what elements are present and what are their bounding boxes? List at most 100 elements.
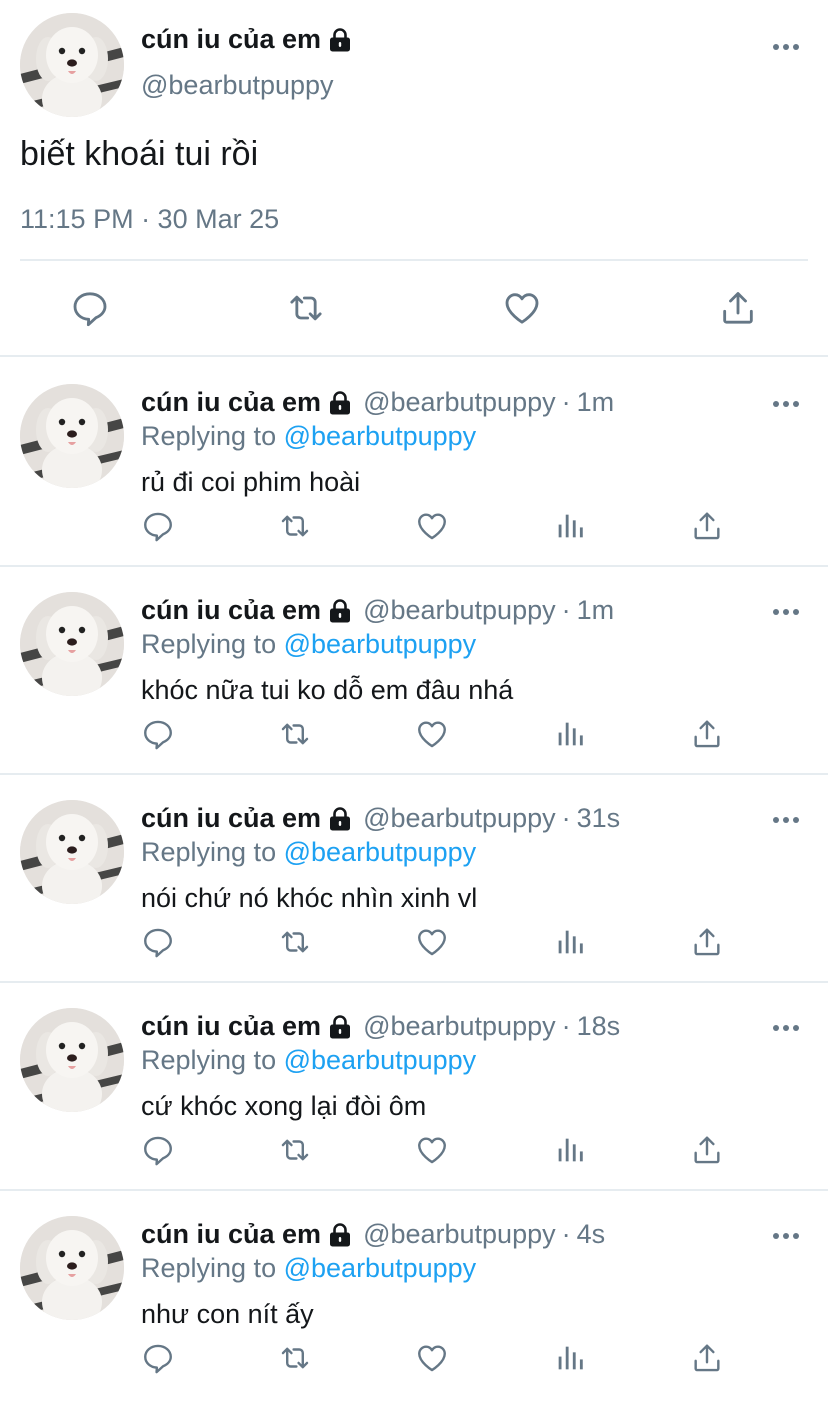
replying-to-handle[interactable]: @bearbutpuppy xyxy=(284,837,477,867)
lock-icon xyxy=(327,27,353,53)
main-handle[interactable]: @bearbutpuppy xyxy=(141,70,334,101)
display-name[interactable]: cún iu của em xyxy=(141,1011,321,1042)
lock-icon xyxy=(327,806,353,832)
relative-time[interactable]: 1m xyxy=(577,387,615,418)
analytics-icon[interactable] xyxy=(553,509,587,543)
avatar[interactable] xyxy=(20,1216,124,1320)
retweet-icon[interactable] xyxy=(278,925,312,959)
more-icon[interactable] xyxy=(772,42,800,52)
handle[interactable]: @bearbutpuppy xyxy=(363,1219,556,1250)
avatar[interactable] xyxy=(20,384,124,488)
reply-tweet[interactable]: cún iu của em @bearbutpuppy · 1m Replyin… xyxy=(0,359,828,567)
more-icon[interactable] xyxy=(772,399,800,409)
reply-icon[interactable] xyxy=(141,509,175,543)
reply-tweet[interactable]: cún iu của em @bearbutpuppy · 18s Replyi… xyxy=(0,983,828,1191)
lock-icon xyxy=(327,390,353,416)
share-icon[interactable] xyxy=(718,288,758,328)
display-name[interactable]: cún iu của em xyxy=(141,803,321,834)
relative-time[interactable]: 1m xyxy=(577,595,615,626)
like-icon[interactable] xyxy=(415,1341,449,1375)
replying-to-line: Replying to @bearbutpuppy xyxy=(141,837,476,868)
reply-tweet[interactable]: cún iu của em @bearbutpuppy · 4s Replyin… xyxy=(0,1191,828,1399)
tweet-timestamp[interactable]: 11:15 PM · 30 Mar 25 xyxy=(20,204,279,235)
display-name[interactable]: cún iu của em xyxy=(141,1219,321,1250)
like-icon[interactable] xyxy=(415,717,449,751)
lock-icon xyxy=(327,598,353,624)
more-icon[interactable] xyxy=(772,1023,800,1033)
display-name[interactable]: cún iu của em xyxy=(141,387,321,418)
share-icon[interactable] xyxy=(690,717,724,751)
reply-header: cún iu của em @bearbutpuppy · 1m xyxy=(141,387,614,418)
retweet-icon[interactable] xyxy=(286,288,326,328)
reply-text: khóc nữa tui ko dỗ em đâu nhá xyxy=(141,675,514,705)
like-icon[interactable] xyxy=(415,509,449,543)
main-tweet: cún iu của em @bearbutpuppy biết khoái t… xyxy=(0,0,828,357)
reply-tweet[interactable]: cún iu của em @bearbutpuppy · 31s Replyi… xyxy=(0,775,828,983)
relative-time[interactable]: 4s xyxy=(577,1219,606,1250)
reply-icon[interactable] xyxy=(141,717,175,751)
share-icon[interactable] xyxy=(690,1133,724,1167)
separator-dot: · xyxy=(561,803,571,833)
separator-dot: · xyxy=(561,1219,571,1249)
separator-dot: · xyxy=(561,1011,571,1041)
like-icon[interactable] xyxy=(415,1133,449,1167)
replying-to-line: Replying to @bearbutpuppy xyxy=(141,1253,476,1284)
retweet-icon[interactable] xyxy=(278,509,312,543)
main-display-name[interactable]: cún iu của em xyxy=(141,24,353,55)
replying-to-handle[interactable]: @bearbutpuppy xyxy=(284,1253,477,1283)
like-icon[interactable] xyxy=(415,925,449,959)
reply-tweet[interactable]: cún iu của em @bearbutpuppy · 1m Replyin… xyxy=(0,567,828,775)
like-icon[interactable] xyxy=(502,288,542,328)
reply-text: rủ đi coi phim hoài xyxy=(141,467,361,497)
separator-dot: · xyxy=(561,595,571,625)
lock-icon xyxy=(327,1014,353,1040)
reply-icon[interactable] xyxy=(141,925,175,959)
replying-label: Replying to xyxy=(141,1253,277,1283)
handle[interactable]: @bearbutpuppy xyxy=(363,387,556,418)
reply-text: nói chứ nó khóc nhìn xinh vl xyxy=(141,883,478,913)
replying-label: Replying to xyxy=(141,837,277,867)
share-icon[interactable] xyxy=(690,1341,724,1375)
relative-time[interactable]: 31s xyxy=(577,803,621,834)
avatar[interactable] xyxy=(20,1008,124,1112)
handle[interactable]: @bearbutpuppy xyxy=(363,803,556,834)
more-icon[interactable] xyxy=(772,607,800,617)
more-icon[interactable] xyxy=(772,1231,800,1241)
avatar[interactable] xyxy=(20,13,124,117)
display-name[interactable]: cún iu của em xyxy=(141,595,321,626)
analytics-icon[interactable] xyxy=(553,925,587,959)
reply-text: cứ khóc xong lại đòi ôm xyxy=(141,1091,427,1121)
replying-to-line: Replying to @bearbutpuppy xyxy=(141,629,476,660)
replying-label: Replying to xyxy=(141,1045,277,1075)
analytics-icon[interactable] xyxy=(553,717,587,751)
lock-icon xyxy=(327,1222,353,1248)
replying-to-line: Replying to @bearbutpuppy xyxy=(141,421,476,452)
tweet-text: biết khoái tui rồi xyxy=(20,135,259,173)
replying-to-handle[interactable]: @bearbutpuppy xyxy=(284,629,477,659)
reply-text: như con nít ấy xyxy=(141,1299,314,1329)
avatar[interactable] xyxy=(20,800,124,904)
divider xyxy=(20,259,808,261)
more-icon[interactable] xyxy=(772,815,800,825)
retweet-icon[interactable] xyxy=(278,717,312,751)
retweet-icon[interactable] xyxy=(278,1341,312,1375)
replying-to-line: Replying to @bearbutpuppy xyxy=(141,1045,476,1076)
reply-header: cún iu của em @bearbutpuppy · 31s xyxy=(141,803,620,834)
replying-to-handle[interactable]: @bearbutpuppy xyxy=(284,1045,477,1075)
reply-icon[interactable] xyxy=(70,288,110,328)
share-icon[interactable] xyxy=(690,509,724,543)
analytics-icon[interactable] xyxy=(553,1133,587,1167)
replying-label: Replying to xyxy=(141,629,277,659)
reply-header: cún iu của em @bearbutpuppy · 4s xyxy=(141,1219,605,1250)
handle[interactable]: @bearbutpuppy xyxy=(363,1011,556,1042)
reply-icon[interactable] xyxy=(141,1341,175,1375)
reply-icon[interactable] xyxy=(141,1133,175,1167)
share-icon[interactable] xyxy=(690,925,724,959)
retweet-icon[interactable] xyxy=(278,1133,312,1167)
handle[interactable]: @bearbutpuppy xyxy=(363,595,556,626)
analytics-icon[interactable] xyxy=(553,1341,587,1375)
avatar[interactable] xyxy=(20,592,124,696)
relative-time[interactable]: 18s xyxy=(577,1011,621,1042)
replying-to-handle[interactable]: @bearbutpuppy xyxy=(284,421,477,451)
reply-header: cún iu của em @bearbutpuppy · 18s xyxy=(141,1011,620,1042)
